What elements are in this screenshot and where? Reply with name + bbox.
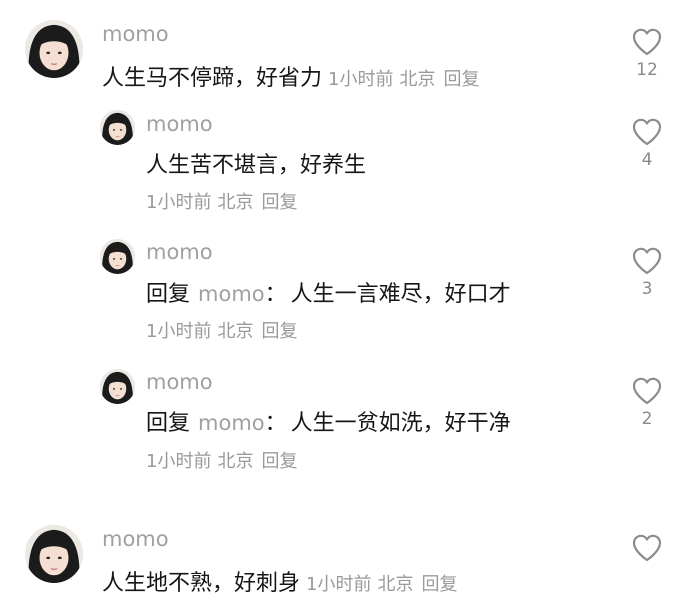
like-count: 12 [636,60,658,80]
comment-text: 人生一言难尽，好口才 [290,282,511,307]
avatar-portrait-icon [100,239,135,274]
username[interactable]: momo [102,22,169,46]
reply-button[interactable]: 回复 [261,321,297,342]
reply-item: momo 回复 momo： 人生一言难尽，好口才 1小时前 北京 回复 3 [0,230,690,360]
reply-prefix: 回复 [146,282,191,307]
reply-button[interactable]: 回复 [261,192,297,213]
reply-button[interactable]: 回复 [421,574,457,595]
comment-text: 人生苦不堪言，好养生 [146,153,367,178]
comment-time: 1小时前 [146,192,212,213]
username[interactable]: momo [146,370,213,394]
reply-target-username[interactable]: momo [198,282,265,306]
comment-item: momo 人生地不熟，好刺身 1小时前 北京 回复 [0,505,690,608]
avatar[interactable] [100,369,135,404]
reply-button[interactable]: 回复 [443,69,479,90]
reply-item: momo 人生苦不堪言，好养生 1小时前 北京 回复 4 [0,100,690,230]
reply-item: momo 回复 momo： 人生一贫如洗，好干净 1小时前 北京 回复 2 [0,360,690,490]
comment-location: 北京 [217,451,254,472]
username[interactable]: momo [146,240,213,264]
reply-target-username[interactable]: momo [198,411,265,435]
avatar[interactable] [100,239,135,274]
comment-location: 北京 [377,574,414,595]
comment-location: 北京 [399,69,436,90]
heart-outline-icon [632,118,662,146]
comment-text-line: 回复 momo： 人生一贫如洗，好干净 [146,405,511,437]
like-button[interactable] [629,533,665,562]
like-count: 3 [641,279,653,299]
comment-time: 1小时前 [328,69,394,90]
comment-text-line: 人生地不熟，好刺身 1小时前 北京 回复 [102,565,457,597]
comment-text: 人生地不熟，好刺身 [102,571,301,596]
comment-text: 人生一贫如洗，好干净 [290,411,511,436]
comment-meta: 1小时前 北京 回复 [146,447,297,473]
comment-text-line: 人生苦不堪言，好养生 [146,147,366,179]
heart-outline-icon [632,247,662,275]
like-count: 4 [641,150,653,170]
reply-colon: ： [264,282,287,307]
avatar[interactable] [25,525,83,583]
like-button[interactable]: 2 [629,376,665,429]
comment-location: 北京 [217,321,254,342]
avatar[interactable] [25,20,83,78]
username[interactable]: momo [146,112,213,136]
comment-time: 1小时前 [146,451,212,472]
username[interactable]: momo [102,527,169,551]
comment-text: 人生马不停蹄，好省力 [102,66,323,91]
heart-outline-icon [632,534,662,562]
like-button[interactable]: 12 [629,27,665,80]
avatar-portrait-icon [100,110,135,145]
like-button[interactable]: 4 [629,117,665,170]
avatar[interactable] [100,110,135,145]
comment-time: 1小时前 [146,321,212,342]
like-button[interactable]: 3 [629,246,665,299]
comment-meta: 1小时前 北京 回复 [146,317,297,343]
reply-prefix: 回复 [146,411,191,436]
reply-button[interactable]: 回复 [261,451,297,472]
comment-item: momo 人生马不停蹄，好省力 1小时前 北京 回复 12 [0,0,690,100]
heart-outline-icon [632,377,662,405]
reply-colon: ： [264,411,287,436]
avatar-portrait-icon [25,20,83,78]
like-count: 2 [641,409,653,429]
comment-location: 北京 [217,192,254,213]
comment-text-line: 人生马不停蹄，好省力 1小时前 北京 回复 [102,60,479,92]
comment-time: 1小时前 [306,574,372,595]
comment-meta: 1小时前 北京 回复 [146,188,297,214]
avatar-portrait-icon [100,369,135,404]
heart-outline-icon [632,28,662,56]
comment-text-line: 回复 momo： 人生一言难尽，好口才 [146,276,511,308]
avatar-portrait-icon [25,525,83,583]
